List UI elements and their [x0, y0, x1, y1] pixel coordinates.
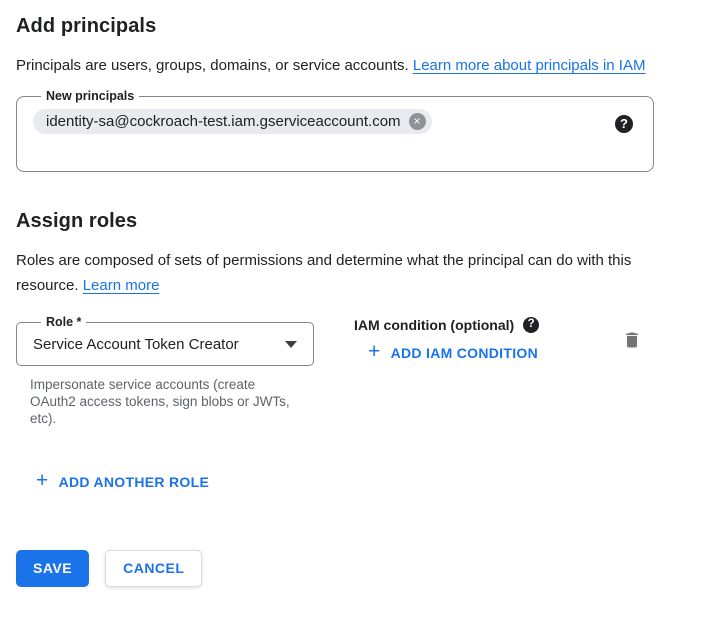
- role-value-row: Service Account Token Creator: [33, 336, 299, 353]
- new-principals-field[interactable]: New principals identity-sa@cockroach-tes…: [16, 90, 654, 172]
- save-button[interactable]: SAVE: [16, 550, 89, 587]
- role-label: Role *: [41, 316, 86, 329]
- page-title: Add principals: [16, 15, 697, 38]
- add-principals-panel: Add principals Principals are users, gro…: [0, 0, 713, 587]
- principals-help-icon[interactable]: ?: [615, 115, 633, 133]
- help-glyph: ?: [528, 319, 535, 331]
- iam-condition-column: IAM condition (optional) ? + ADD IAM CON…: [354, 316, 539, 363]
- trash-icon: [622, 330, 642, 350]
- iam-condition-label-row: IAM condition (optional) ?: [354, 317, 539, 333]
- learn-more-roles-link[interactable]: Learn more: [83, 277, 160, 294]
- principals-description-text: Principals are users, groups, domains, o…: [16, 57, 409, 74]
- iam-condition-help-icon[interactable]: ?: [523, 317, 539, 333]
- add-another-role-label: ADD ANOTHER ROLE: [59, 474, 210, 490]
- add-iam-condition-label: ADD IAM CONDITION: [391, 345, 538, 361]
- principal-chip-row: identity-sa@cockroach-test.iam.gservicea…: [33, 109, 639, 134]
- role-row: Role * Service Account Token Creator Imp…: [16, 316, 697, 427]
- principal-chip-text: identity-sa@cockroach-test.iam.gservicea…: [46, 113, 401, 130]
- assign-roles-title: Assign roles: [16, 210, 697, 233]
- new-principals-label: New principals: [41, 90, 139, 103]
- iam-condition-label: IAM condition (optional): [354, 317, 514, 333]
- cancel-button[interactable]: CANCEL: [105, 550, 202, 587]
- chip-remove-button[interactable]: ×: [409, 113, 426, 130]
- delete-role-button[interactable]: [622, 330, 642, 350]
- role-selected-value: Service Account Token Creator: [33, 336, 239, 353]
- help-glyph: ?: [620, 117, 628, 130]
- role-select[interactable]: Role * Service Account Token Creator: [16, 316, 314, 366]
- role-helper-text: Impersonate service accounts (create OAu…: [30, 376, 298, 427]
- plus-icon: +: [368, 341, 381, 362]
- close-icon: ×: [414, 115, 421, 127]
- add-another-role-button[interactable]: + ADD ANOTHER ROLE: [36, 473, 209, 491]
- actions-row: SAVE CANCEL: [16, 550, 697, 587]
- dropdown-arrow-icon: [285, 341, 297, 348]
- add-iam-condition-button[interactable]: + ADD IAM CONDITION: [368, 344, 538, 362]
- plus-icon: +: [36, 470, 49, 491]
- principal-chip: identity-sa@cockroach-test.iam.gservicea…: [33, 109, 432, 134]
- role-column: Role * Service Account Token Creator Imp…: [16, 316, 332, 427]
- principals-description: Principals are users, groups, domains, o…: [16, 53, 664, 78]
- assign-roles-description: Roles are composed of sets of permission…: [16, 248, 664, 298]
- learn-more-principals-link[interactable]: Learn more about principals in IAM: [413, 57, 646, 74]
